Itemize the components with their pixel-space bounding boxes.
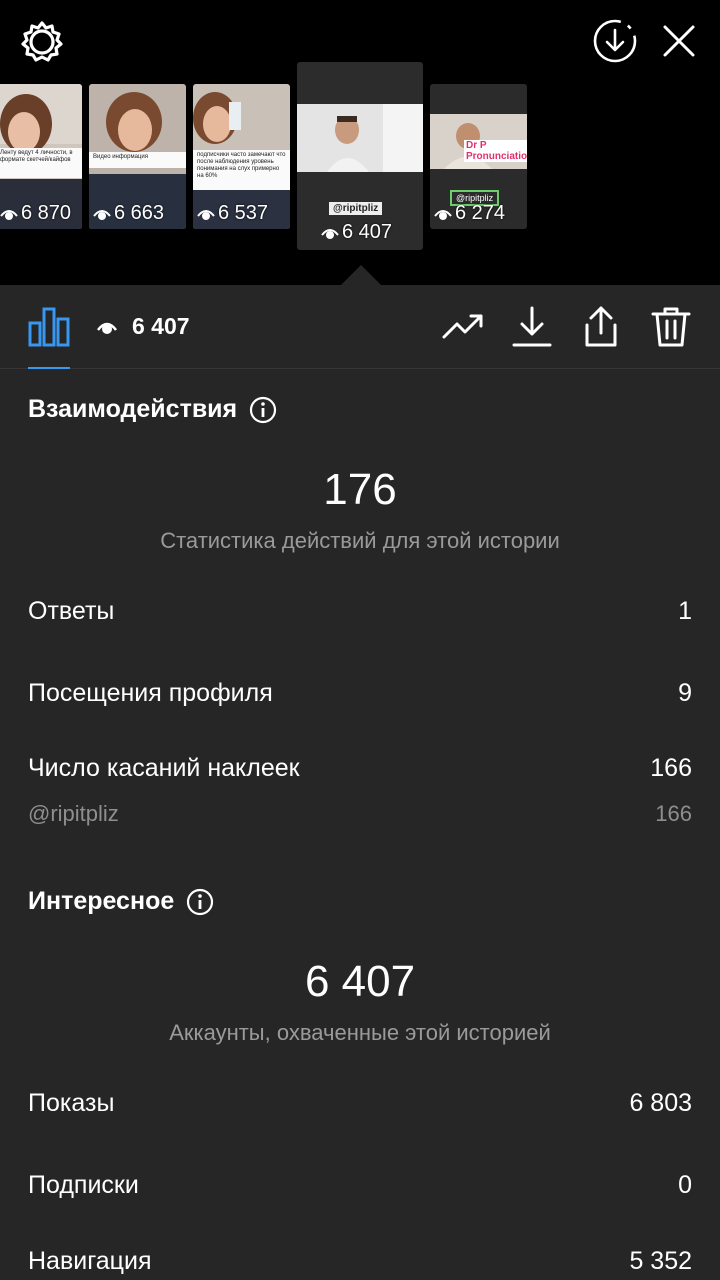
stat-label: Подписки: [28, 1171, 139, 1199]
eye-icon: [197, 209, 215, 220]
eye-icon: [434, 209, 452, 220]
promote-icon[interactable]: [441, 305, 485, 349]
viewers-count: 6 407: [132, 313, 190, 339]
stat-label: Ответы: [28, 597, 115, 625]
story-view-count: 6 663: [93, 202, 164, 225]
stat-row-impressions: Показы 6 803: [28, 1089, 692, 1118]
stat-value: 166: [655, 801, 692, 826]
save-story-icon[interactable]: [592, 18, 638, 64]
stat-row-profile-visits: Посещения профиля 9: [28, 679, 692, 708]
stat-row-follows: Подписки 0: [28, 1171, 692, 1200]
share-icon[interactable]: [579, 305, 623, 349]
story-view-count: 6 274: [434, 202, 505, 225]
info-icon[interactable]: [186, 888, 214, 916]
stat-value: 1: [678, 597, 692, 625]
story-preview-image: [297, 104, 423, 172]
eye-icon: [93, 209, 111, 220]
eye-icon: [321, 228, 339, 239]
story-caption: Ленту ведут 4 личности, в формате скетче…: [0, 148, 82, 178]
story-thumbnail[interactable]: подписчики часто замечают что после набл…: [193, 84, 290, 229]
story-views: 6 537: [218, 202, 269, 224]
interactions-title: Взаимодействия: [28, 395, 238, 423]
insights-toolbar: 6 407: [0, 285, 720, 369]
interactions-heading: Взаимодействия: [28, 395, 277, 424]
stat-value: 166: [650, 754, 692, 782]
story-view-count: 6 870: [0, 202, 71, 225]
delete-icon[interactable]: [649, 305, 693, 349]
story-strip: Ленту ведут 4 личности, в формате скетче…: [0, 0, 720, 285]
discovery-heading: Интересное: [28, 887, 214, 916]
info-icon[interactable]: [249, 396, 277, 424]
insights-tab[interactable]: [28, 305, 70, 369]
story-caption: Видео информация: [89, 152, 186, 168]
stat-label: Показы: [28, 1089, 115, 1117]
story-thumbnail-selected[interactable]: @ripitpliz 6 407: [297, 62, 423, 250]
bar-chart-icon: [28, 307, 70, 347]
stat-subrow-sticker[interactable]: @ripitpliz 166: [28, 801, 692, 827]
story-views: 6 274: [455, 202, 506, 224]
stat-row-navigation: Навигация 5 352: [28, 1247, 692, 1276]
insights-panel: 6 407 Взаимодействия 176 Статистика дейс…: [0, 285, 720, 1280]
story-thumbnail[interactable]: Ленту ведут 4 личности, в формате скетче…: [0, 84, 82, 229]
story-view-count: 6 537: [197, 202, 268, 225]
eye-icon: [0, 209, 18, 220]
story-thumbnail[interactable]: Dr P Pronunciation @ripitpliz 6 274: [430, 84, 527, 229]
story-sticker: @ripitpliz: [329, 202, 383, 215]
stat-value: 0: [678, 1171, 692, 1199]
stat-row-replies: Ответы 1: [28, 597, 692, 626]
story-view-count: 6 407: [321, 221, 392, 244]
viewers-tab[interactable]: 6 407: [96, 313, 190, 340]
settings-icon[interactable]: [18, 18, 66, 66]
discovery-subtitle: Аккаунты, охваченные этой историей: [169, 1020, 551, 1045]
interactions-subtitle: Статистика действий для этой истории: [160, 528, 560, 553]
story-views: 6 870: [21, 202, 72, 224]
stat-label: Навигация: [28, 1247, 152, 1275]
discovery-total: 6 407: [304, 957, 416, 1006]
story-views: 6 663: [114, 202, 165, 224]
stat-value: 5 352: [629, 1247, 692, 1275]
story-thumbnail[interactable]: Видео информация 6 663: [89, 84, 186, 229]
close-icon[interactable]: [658, 20, 700, 62]
story-overlay-text: Dr P Pronunciation: [464, 140, 527, 162]
stat-value: 9: [678, 679, 692, 707]
stat-label: Число касаний наклеек: [28, 754, 300, 782]
eye-icon: [97, 322, 117, 334]
discovery-title: Интересное: [28, 887, 175, 915]
download-icon[interactable]: [510, 305, 554, 349]
story-views: 6 407: [342, 221, 393, 243]
stat-value: 6 803: [629, 1089, 692, 1117]
stat-label: Посещения профиля: [28, 679, 273, 707]
selected-pointer: [341, 265, 381, 285]
stat-label: @ripitpliz: [28, 801, 119, 826]
stat-row-sticker-taps: Число касаний наклеек 166: [28, 754, 692, 783]
story-caption: подписчики часто замечают что после набл…: [193, 150, 290, 190]
interactions-total: 176: [323, 465, 397, 514]
